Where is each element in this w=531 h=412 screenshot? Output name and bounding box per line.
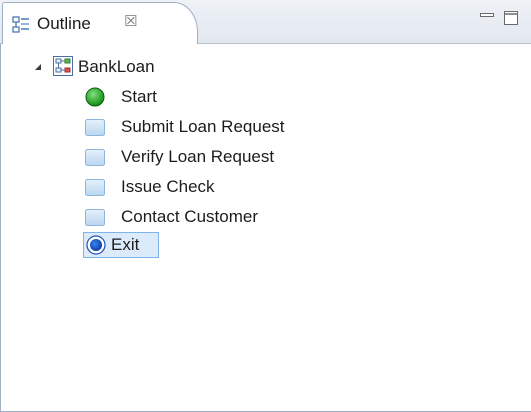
tree-node-bankloan[interactable]: BankLoan	[1, 54, 531, 80]
tree-node-label: Submit Loan Request	[121, 117, 285, 136]
start-event-icon	[85, 87, 105, 107]
minimize-icon[interactable]	[480, 12, 494, 22]
close-icon[interactable]: ☒	[124, 12, 137, 32]
maximize-icon[interactable]	[504, 11, 518, 25]
tab-outline-label: Outline	[37, 14, 91, 33]
end-event-icon	[86, 235, 106, 255]
outline-tree: BankLoan Start Submit Loan Request Verif…	[0, 44, 531, 412]
tree-node-label: Issue Check	[121, 177, 215, 196]
process-diagram-icon	[53, 56, 73, 76]
tree-node-contact-customer[interactable]: Contact Customer	[83, 204, 333, 230]
tree-node-issue-check[interactable]: Issue Check	[83, 174, 303, 200]
task-icon	[85, 209, 105, 226]
tree-node-start[interactable]: Start	[83, 84, 283, 110]
task-icon	[85, 149, 105, 166]
outline-view: Outline ☒ BankLoan Start Submit Loan Req…	[0, 0, 531, 412]
task-icon	[85, 179, 105, 196]
tab-outline[interactable]: Outline ☒	[2, 2, 198, 45]
outline-icon	[12, 16, 29, 33]
tree-node-label: Contact Customer	[121, 207, 258, 226]
task-icon	[85, 119, 105, 136]
tree-node-exit[interactable]: Exit	[83, 232, 159, 258]
tree-node-verify-loan-request[interactable]: Verify Loan Request	[83, 144, 343, 170]
view-tab-bar: Outline ☒	[0, 0, 531, 45]
chevron-down-icon[interactable]	[33, 62, 43, 72]
tree-node-label: Exit	[111, 235, 140, 254]
tree-node-label: Start	[121, 87, 157, 106]
tree-node-label: Verify Loan Request	[121, 147, 275, 166]
tree-node-submit-loan-request[interactable]: Submit Loan Request	[83, 114, 343, 140]
tree-node-label: BankLoan	[78, 57, 155, 76]
